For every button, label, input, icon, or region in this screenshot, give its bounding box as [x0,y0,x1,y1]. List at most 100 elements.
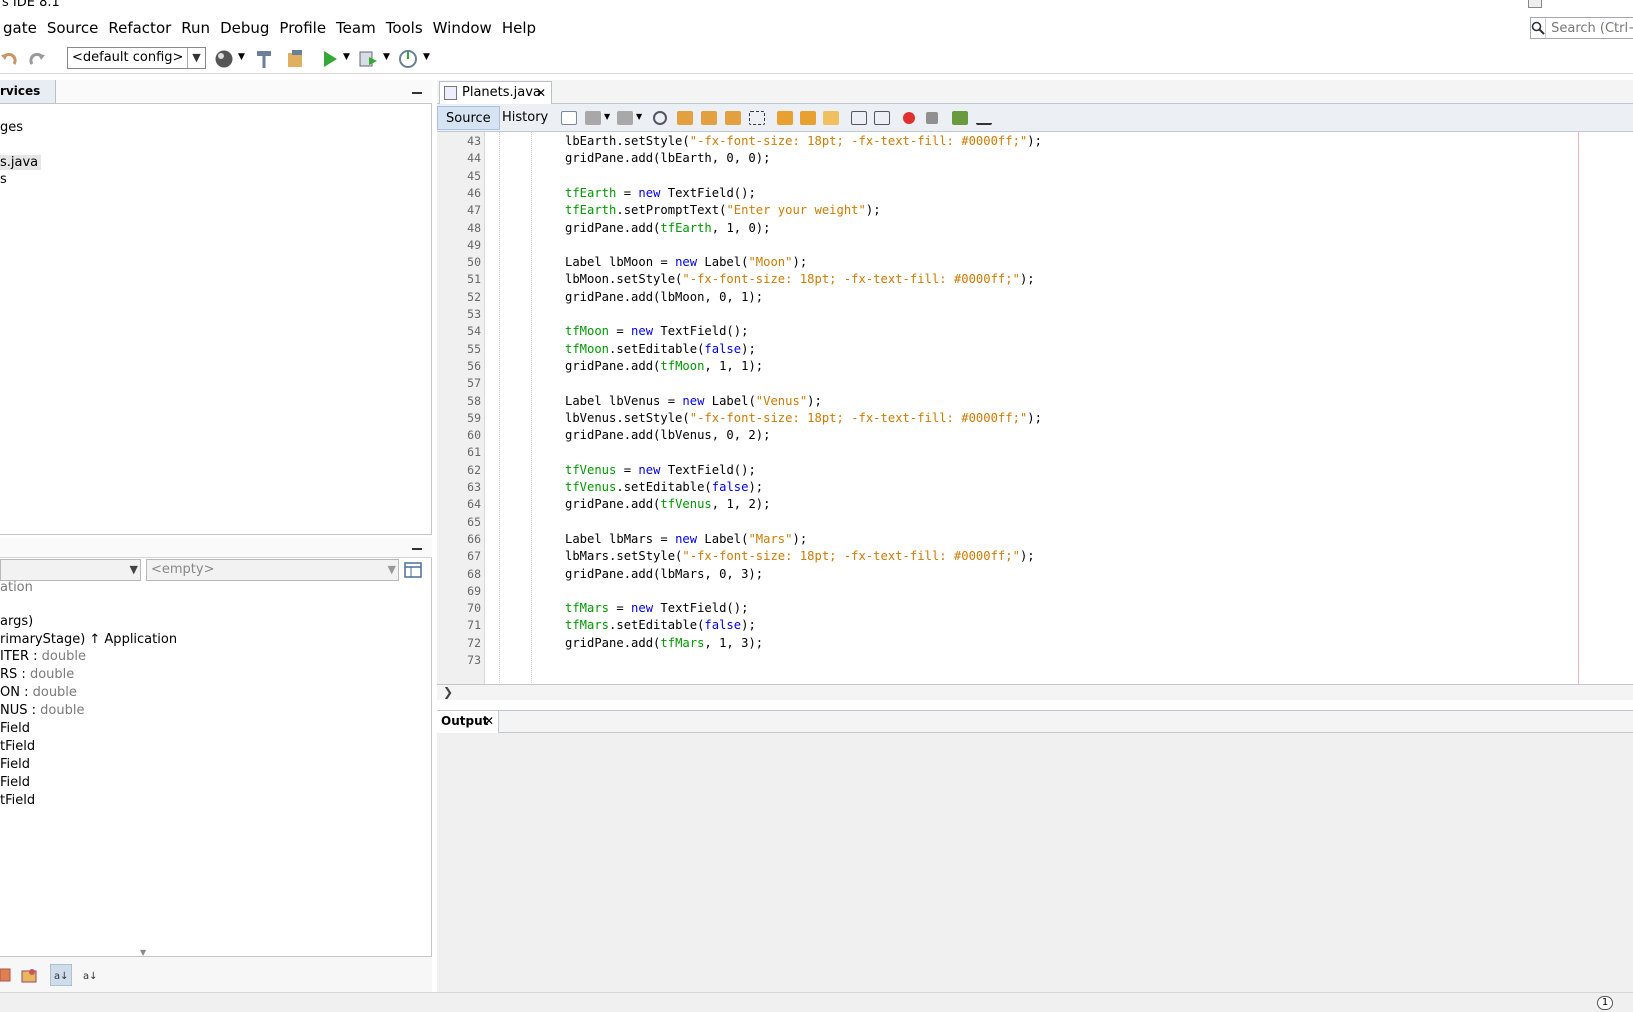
chevron-right-icon[interactable]: ❯ [443,685,453,699]
chevron-down-icon[interactable]: ▼ [636,112,642,121]
code-line[interactable]: 57 [437,374,1633,392]
code-line[interactable]: 50 Label lbMoon = new Label("Moon"); [437,253,1633,271]
chevron-down-icon[interactable]: ▼ [343,52,350,62]
nav-item[interactable]: ation [0,580,33,595]
nav-item[interactable]: args) [0,614,33,629]
sort-by-name-icon[interactable]: a↓ [50,964,72,986]
code-line[interactable]: 58 Label lbVenus = new Label("Venus"); [437,392,1633,410]
code-editor[interactable]: 43 lbEarth.setStyle("-fx-font-size: 18pt;… [437,132,1633,685]
nav-item[interactable]: rimaryStage) ↑ Application [0,632,177,647]
chevron-down-icon[interactable]: ▼ [604,112,610,121]
previous-bookmark-icon[interactable] [777,111,793,125]
code-line[interactable]: 71 tfMars.setEditable(false); [437,616,1633,634]
code-line[interactable]: 55 tfMoon.setEditable(false); [437,340,1633,358]
code-line[interactable]: 69 [437,582,1633,600]
code-line[interactable]: 61 [437,443,1633,461]
code-line[interactable]: 46 tfEarth = new TextField(); [437,184,1633,202]
code-line[interactable]: 56 gridPane.add(tfMoon, 1, 1); [437,357,1633,375]
code-line[interactable]: 64 gridPane.add(tfVenus, 1, 2); [437,495,1633,513]
profile-icon[interactable] [398,49,418,69]
config-select[interactable]: <default config> ▼ [67,47,206,69]
minimize-icon[interactable] [412,92,422,94]
code-line[interactable]: 73 [437,651,1633,669]
code-line[interactable]: 54 tfMoon = new TextField(); [437,322,1633,340]
code-line[interactable]: 51 lbMoon.setStyle("-fx-font-size: 18pt; … [437,270,1633,288]
nav-item[interactable]: ON : double [0,685,77,700]
menu-run[interactable]: Run [176,19,215,37]
forward-icon[interactable] [617,111,633,125]
menu-help[interactable]: Help [497,19,541,37]
code-line[interactable]: 59 lbVenus.setStyle("-fx-font-size: 18pt;… [437,409,1633,427]
sort-by-source-icon[interactable]: a↓ [82,966,100,984]
menu-profile[interactable]: Profile [274,19,331,37]
tab-services[interactable]: rvices [0,80,56,103]
show-inherited-icon[interactable] [20,966,38,984]
code-line[interactable]: 45 [437,167,1633,185]
undo-icon[interactable] [0,49,20,69]
toggle-bookmark-icon[interactable] [823,111,839,125]
code-line[interactable]: 65 [437,513,1633,531]
nav-item[interactable]: ITER : double [0,649,86,664]
history-view-button[interactable]: History [494,106,556,130]
menu-team[interactable]: Team [331,19,381,37]
code-line[interactable]: 44 gridPane.add(lbEarth, 0, 0); [437,149,1633,167]
clean-build-icon[interactable] [286,49,306,69]
search-input[interactable]: Search (Ctrl+ [1530,17,1633,39]
tree-item[interactable]: s [0,172,7,187]
menu-debug[interactable]: Debug [215,19,274,37]
find-selection-icon[interactable] [725,111,741,125]
code-line[interactable]: 72 gridPane.add(tfMars, 1, 3); [437,634,1633,652]
back-icon[interactable] [585,111,601,125]
code-line[interactable]: 48 gridPane.add(tfEarth, 1, 0); [437,219,1633,237]
debug-icon[interactable] [358,49,378,69]
run-icon[interactable] [320,49,340,69]
build-hammer-icon[interactable] [254,49,274,69]
menu-refactor[interactable]: Refactor [103,19,176,37]
code-line[interactable]: 52 gridPane.add(lbMoon, 0, 1); [437,288,1633,306]
nav-item[interactable]: Field [0,775,30,790]
menu-tools[interactable]: Tools [381,19,428,37]
tree-item-selected[interactable]: s.java [0,155,42,170]
code-line[interactable]: 47 tfEarth.setPromptText("Enter your weig… [437,201,1633,219]
chevron-down-icon[interactable]: ▼ [383,52,390,62]
code-line[interactable]: 62 tfVenus = new TextField(); [437,461,1633,479]
code-line[interactable]: 63 tfVenus.setEditable(false); [437,478,1633,496]
code-line[interactable]: 60 gridPane.add(lbVenus, 0, 2); [437,426,1633,444]
nav-item[interactable]: RS : double [0,667,74,682]
code-line[interactable]: 53 [437,305,1633,323]
navigator-filter-right[interactable]: <empty> ▼ [146,559,399,581]
code-line[interactable]: 49 [437,236,1633,254]
navigator-filter-left[interactable]: ▼ [0,559,141,581]
tab-output[interactable]: Output ✕ [437,711,499,733]
chevron-down-icon[interactable]: ▼ [423,52,430,62]
shift-left-icon[interactable] [851,111,867,125]
search-icon[interactable] [1531,18,1547,38]
close-icon[interactable]: ✕ [484,711,494,732]
comment-icon[interactable] [952,111,968,125]
find-next-icon[interactable] [701,111,717,125]
navigator-options-icon[interactable] [404,562,422,578]
shift-right-icon[interactable] [874,111,890,125]
find-previous-icon[interactable] [677,111,693,125]
uncomment-icon[interactable] [976,111,992,125]
nav-item[interactable]: tField [0,793,35,808]
window-control-icon[interactable] [1528,0,1542,8]
minimize-icon[interactable] [412,548,422,550]
code-line[interactable]: 68 gridPane.add(lbMars, 0, 3); [437,565,1633,583]
code-line[interactable]: 67 lbMars.setStyle("-fx-font-size: 18pt; … [437,547,1633,565]
chevron-down-icon[interactable]: ▼ [238,52,245,62]
close-icon[interactable]: ✕ [536,82,546,104]
code-line[interactable]: 66 Label lbMars = new Label("Mars"); [437,530,1633,548]
nav-item[interactable]: Field [0,721,30,736]
stop-macro-icon[interactable] [926,112,938,124]
next-bookmark-icon[interactable] [800,111,816,125]
tree-item[interactable]: ges [0,120,23,135]
source-view-button[interactable]: Source [437,106,500,130]
toggle-highlight-icon[interactable] [749,111,765,125]
menu-source[interactable]: Source [42,19,104,37]
menu-window[interactable]: Window [428,19,497,37]
nav-item[interactable]: Field [0,757,30,772]
find-icon[interactable] [653,111,667,125]
code-line[interactable]: 70 tfMars = new TextField(); [437,599,1633,617]
filter-icon[interactable] [0,966,12,984]
